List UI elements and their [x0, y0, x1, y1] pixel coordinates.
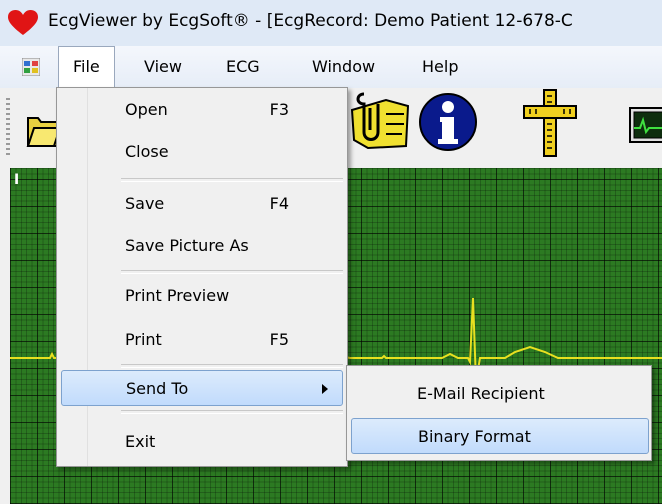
menu-item-label: Save Picture As [125, 236, 249, 255]
ecg-monitor-icon[interactable] [628, 106, 662, 146]
menu-item-label: Print Preview [125, 286, 230, 305]
menu-item-binary-format[interactable]: Binary Format [351, 418, 649, 454]
menu-separator [121, 178, 343, 182]
menu-item-save-picture-as[interactable]: Save Picture As [61, 228, 343, 264]
menu-item-shortcut: F3 [269, 100, 289, 119]
menu-file[interactable]: File [58, 46, 115, 88]
menu-item-label: Open [125, 100, 168, 119]
menu-item-label: Send To [126, 379, 189, 398]
menu-item-label: Exit [125, 432, 156, 451]
menu-help[interactable]: Help [408, 46, 472, 88]
ruler-measure-icon[interactable] [522, 88, 578, 158]
menu-ecg[interactable]: ECG [212, 46, 274, 88]
send-to-submenu: E-Mail Recipient Binary Format [346, 365, 652, 461]
toolbar-grip[interactable] [6, 98, 10, 158]
menu-separator [121, 364, 343, 368]
menu-item-label: Save [125, 194, 165, 213]
open-folder-icon[interactable] [26, 110, 60, 150]
menu-item-exit[interactable]: Exit [61, 424, 343, 460]
menu-window[interactable]: Window [298, 46, 389, 88]
menu-item-label: Binary Format [418, 427, 531, 446]
menu-bar: File View ECG Window Help [0, 46, 662, 89]
menu-item-shortcut: F5 [269, 330, 289, 349]
window-title: EcgViewer by EcgSoft® - [EcgRecord: Demo… [48, 11, 573, 31]
menu-item-save[interactable]: Save F4 [61, 186, 343, 222]
submenu-arrow-icon [322, 384, 328, 394]
menu-item-label: E-Mail Recipient [417, 384, 545, 403]
menu-item-close[interactable]: Close [61, 134, 343, 170]
menu-item-print[interactable]: Print F5 [61, 322, 343, 358]
menu-item-send-to[interactable]: Send To [61, 370, 343, 406]
file-menu-dropdown: Open F3 Close Save F4 Save Picture As Pr… [56, 87, 348, 467]
menu-item-label: Print [125, 330, 162, 349]
heart-app-icon [8, 10, 38, 35]
menu-item-email-recipient[interactable]: E-Mail Recipient [351, 376, 649, 412]
menu-item-label: Close [125, 142, 169, 161]
canvas-left-border [0, 168, 10, 504]
menu-view[interactable]: View [130, 46, 196, 88]
mdi-document-icon[interactable] [22, 58, 40, 76]
clipboard-attach-icon[interactable] [346, 90, 410, 150]
menu-item-open[interactable]: Open F3 [61, 92, 343, 128]
menu-separator [121, 270, 343, 274]
info-icon[interactable] [418, 92, 478, 152]
title-bar: EcgViewer by EcgSoft® - [EcgRecord: Demo… [0, 0, 662, 46]
menu-item-print-preview[interactable]: Print Preview [61, 278, 343, 314]
menu-item-shortcut: F4 [269, 194, 289, 213]
menu-separator [121, 410, 343, 414]
